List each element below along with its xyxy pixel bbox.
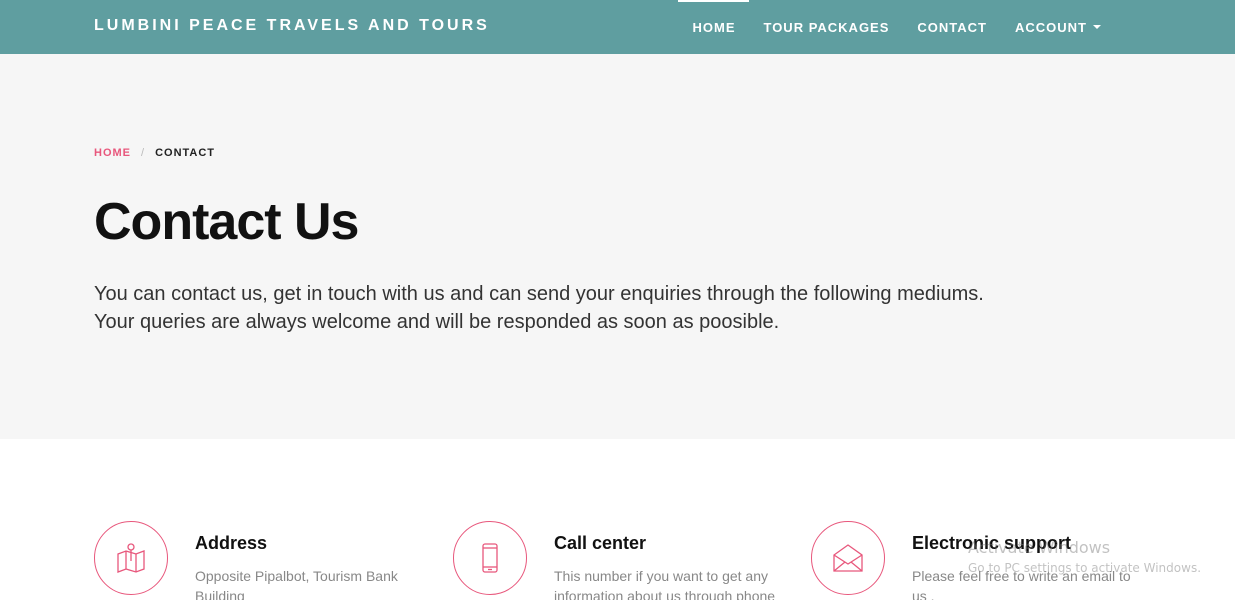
- brand-logo[interactable]: LUMBINI PEACE TRAVELS AND TOURS: [94, 17, 490, 35]
- navbar: LUMBINI PEACE TRAVELS AND TOURS HOME TOU…: [0, 0, 1235, 54]
- feature-address-title: Address: [195, 533, 268, 553]
- breadcrumb-home-link[interactable]: HOME: [94, 147, 131, 159]
- nav-home[interactable]: HOME: [678, 0, 750, 54]
- feature-electronic-support-text: Please feel free to write an email to us…: [912, 568, 1131, 600]
- nav-tour-packages-label: TOUR PACKAGES: [763, 19, 890, 35]
- breadcrumb-current: CONTACT: [155, 147, 216, 159]
- contact-features: Address Opposite Pipalbot, Tourism Bank …: [0, 439, 1235, 600]
- map-pin-icon: [94, 521, 168, 595]
- nav-contact-label: CONTACT: [917, 19, 987, 35]
- feature-electronic-support-title: Electronic support: [912, 533, 1072, 553]
- nav-contact[interactable]: CONTACT: [903, 0, 1001, 54]
- hero-section: HOME / CONTACT Contact Us You can contac…: [0, 54, 1235, 439]
- breadcrumb-separator: /: [141, 147, 146, 159]
- main-nav: HOME TOUR PACKAGES CONTACT ACCOUNT: [678, 0, 1115, 54]
- hero-description: You can contact us, get in touch with us…: [94, 280, 1054, 336]
- nav-account-label: ACCOUNT: [1015, 19, 1087, 35]
- feature-address: Address Opposite Pipalbot, Tourism Bank …: [94, 521, 424, 600]
- feature-call-center-text: This number if you want to get any infor…: [554, 568, 776, 600]
- envelope-icon: [811, 521, 885, 595]
- breadcrumb: HOME / CONTACT: [94, 147, 215, 159]
- feature-electronic-support: Electronic support Please feel free to w…: [811, 521, 1141, 600]
- feature-address-text: Opposite Pipalbot, Tourism Bank Building: [195, 568, 398, 600]
- caret-down-icon: [1093, 25, 1101, 29]
- nav-home-label: HOME: [692, 19, 736, 35]
- page-title: Contact Us: [94, 193, 359, 251]
- nav-account-dropdown[interactable]: ACCOUNT: [1001, 0, 1115, 54]
- hero-line-2: Your queries are always welcome and will…: [94, 311, 780, 333]
- feature-call-center-title: Call center: [554, 533, 647, 553]
- nav-tour-packages[interactable]: TOUR PACKAGES: [749, 0, 903, 54]
- mobile-phone-icon: [453, 521, 527, 595]
- hero-line-1: You can contact us, get in touch with us…: [94, 283, 984, 305]
- feature-call-center: Call center This number if you want to g…: [453, 521, 783, 600]
